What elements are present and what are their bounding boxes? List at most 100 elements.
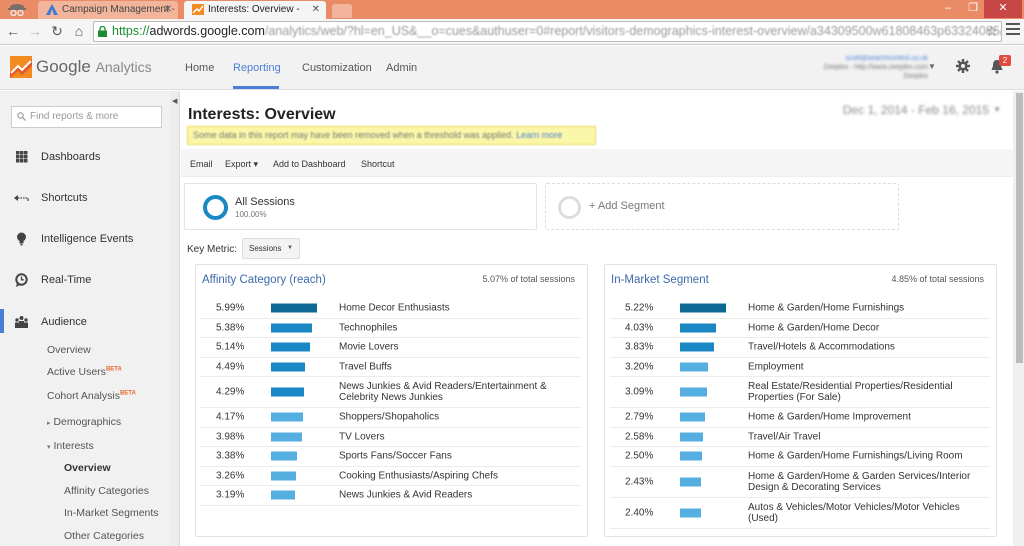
- email-button[interactable]: Email: [190, 159, 213, 169]
- lock-icon: [98, 26, 107, 37]
- sidebar-collapse-handle[interactable]: ◀: [170, 91, 180, 546]
- search-icon: [17, 112, 26, 121]
- row-category-name: Technophiles: [339, 322, 398, 334]
- learn-more-link[interactable]: Learn more: [516, 130, 562, 140]
- maximize-button[interactable]: ❐: [962, 0, 984, 18]
- gear-icon[interactable]: [956, 59, 970, 73]
- incognito-icon: [8, 4, 26, 17]
- nav-admin[interactable]: Admin: [386, 62, 417, 74]
- close-window-button[interactable]: ✕: [984, 0, 1022, 18]
- reload-icon[interactable]: ↻: [48, 22, 66, 40]
- sidebar-interests-overview[interactable]: Overview: [64, 462, 111, 474]
- account-view: Zeeplex: [903, 73, 928, 80]
- home-icon[interactable]: ⌂: [70, 22, 88, 40]
- panel-title-link[interactable]: In-Market Segment: [611, 274, 709, 286]
- table-row[interactable]: 2.43% Home & Garden/Home & Garden Service…: [610, 467, 990, 498]
- sidebar-item-label: Dashboards: [41, 151, 101, 163]
- find-reports-input[interactable]: Find reports & more: [11, 106, 162, 128]
- account-dropdown-icon[interactable]: ▼: [928, 62, 936, 71]
- table-row[interactable]: 3.98% TV Lovers: [201, 428, 581, 447]
- new-tab-button[interactable]: [332, 4, 352, 18]
- nav-customization[interactable]: Customization: [302, 62, 372, 74]
- row-bar: [680, 323, 716, 333]
- add-to-dashboard-button[interactable]: Add to Dashboard: [273, 159, 346, 169]
- row-bar: [271, 451, 297, 461]
- row-percent: 4.49%: [216, 361, 245, 373]
- key-metric-value: Sessions: [249, 244, 282, 253]
- key-metric-select[interactable]: Sessions ▼: [242, 238, 300, 259]
- row-category-name: Travel/Hotels & Accommodations: [748, 341, 895, 353]
- row-percent: 5.99%: [216, 302, 245, 314]
- tab-interests-overview[interactable]: Interests: Overview - Goog ✕: [184, 1, 326, 32]
- row-bar: [680, 362, 708, 372]
- account-selector[interactable]: scott@searchcontrol.co.uk Zeeplex - http…: [792, 54, 928, 81]
- row-percent: 3.83%: [625, 341, 654, 353]
- row-category-name: Home & Garden/Home Furnishings: [748, 302, 905, 314]
- sidebar-other-categories[interactable]: Other Categories: [64, 530, 144, 542]
- people-icon: [15, 316, 28, 328]
- table-row[interactable]: 2.58% Travel/Air Travel: [610, 428, 990, 447]
- sidebar-cohort-analysis[interactable]: Cohort AnalysisBETA: [47, 390, 136, 402]
- empty-segment-ring-icon: [558, 196, 581, 219]
- sidebar-interests[interactable]: ▾ Interests: [47, 440, 94, 452]
- table-row[interactable]: 3.20% Employment: [610, 358, 990, 377]
- shortcut-button[interactable]: Shortcut: [361, 159, 395, 169]
- sub-item-label: Overview: [47, 344, 91, 356]
- sidebar-item-shortcuts[interactable]: Shortcuts: [0, 188, 170, 208]
- table-row[interactable]: 3.38% Sports Fans/Soccer Fans: [201, 447, 581, 467]
- panel-title-link[interactable]: Affinity Category (reach): [202, 274, 326, 286]
- row-bar: [680, 432, 703, 442]
- table-row[interactable]: 3.19% News Junkies & Avid Readers: [201, 486, 581, 506]
- date-range-picker[interactable]: Dec 1, 2014 - Feb 16, 2015 ▼: [813, 100, 1003, 120]
- table-row[interactable]: 3.26% Cooking Enthusiasts/Aspiring Chefs: [201, 467, 581, 486]
- row-category-name: Home Decor Enthusiasts: [339, 302, 450, 314]
- bookmark-star-icon[interactable]: ☆: [985, 22, 998, 41]
- page-scrollbar-thumb[interactable]: [1016, 93, 1023, 363]
- sidebar-in-market-segments[interactable]: In-Market Segments: [64, 507, 159, 519]
- table-row[interactable]: 4.29% News Junkies & Avid Readers/Enterta…: [201, 377, 581, 408]
- table-row[interactable]: 2.79% Home & Garden/Home Improvement: [610, 408, 990, 428]
- table-row[interactable]: 3.83% Travel/Hotels & Accommodations: [610, 338, 990, 358]
- row-category-name: Home & Garden/Home & Garden Services/Int…: [748, 470, 971, 493]
- url-scheme: https://: [112, 24, 150, 38]
- affinity-category-panel: Affinity Category (reach) 5.07% of total…: [195, 264, 588, 537]
- back-arrow-icon[interactable]: ←: [4, 22, 22, 40]
- table-row[interactable]: 5.38% Technophiles: [201, 319, 581, 338]
- browser-menu-icon[interactable]: [1006, 23, 1020, 37]
- table-row[interactable]: 5.22% Home & Garden/Home Furnishings: [610, 299, 990, 319]
- sidebar-item-real-time[interactable]: Real-Time: [0, 270, 170, 290]
- export-button[interactable]: Export ▾: [225, 159, 258, 170]
- minimize-button[interactable]: –: [937, 0, 959, 18]
- notification-count-badge: 2: [999, 55, 1011, 66]
- nav-reporting[interactable]: Reporting: [233, 62, 281, 74]
- sidebar-audience-overview[interactable]: Overview: [47, 344, 91, 356]
- table-row[interactable]: 2.40% Autos & Vehicles/Motor Vehicles/Mot…: [610, 498, 990, 529]
- sidebar-demographics[interactable]: ▸ Demographics: [47, 416, 121, 428]
- table-row[interactable]: 3.09% Real Estate/Residential Properties/…: [610, 377, 990, 408]
- forward-arrow-icon[interactable]: →: [26, 22, 44, 40]
- sidebar-active-users[interactable]: Active UsersBETA: [47, 366, 122, 378]
- table-row[interactable]: 4.49% Travel Buffs: [201, 358, 581, 377]
- tab-campaign-management[interactable]: Campaign Management - ✕: [38, 1, 178, 19]
- row-bar: [680, 508, 701, 517]
- table-row[interactable]: 5.14% Movie Lovers: [201, 338, 581, 358]
- table-row[interactable]: 2.50% Home & Garden/Home Furnishings/Livi…: [610, 447, 990, 467]
- row-category-name: Real Estate/Residential Properties/Resid…: [748, 381, 953, 403]
- close-tab-icon[interactable]: ✕: [164, 1, 172, 18]
- table-row[interactable]: 4.03% Home & Garden/Home Decor: [610, 319, 990, 338]
- table-row[interactable]: 5.99% Home Decor Enthusiasts: [201, 299, 581, 319]
- google-analytics-icon: [192, 4, 204, 15]
- panel-total: 4.85% of total sessions: [891, 274, 984, 284]
- segment-all-sessions[interactable]: All Sessions 100.00%: [184, 183, 537, 230]
- table-row[interactable]: 4.17% Shoppers/Shopaholics: [201, 408, 581, 428]
- add-segment-button[interactable]: + Add Segment: [545, 183, 899, 230]
- sidebar-item-dashboards[interactable]: Dashboards: [0, 147, 170, 167]
- nav-home[interactable]: Home: [185, 62, 214, 74]
- beta-badge: BETA: [105, 366, 122, 373]
- row-category-name: Sports Fans/Soccer Fans: [339, 450, 452, 462]
- sidebar-affinity-categories[interactable]: Affinity Categories: [64, 485, 149, 497]
- address-bar[interactable]: https://adwords.google.com/analytics/web…: [93, 21, 1002, 42]
- close-tab-icon[interactable]: ✕: [312, 1, 320, 18]
- sidebar-item-intelligence-events[interactable]: Intelligence Events: [0, 229, 170, 249]
- sidebar-item-audience[interactable]: Audience: [0, 312, 170, 332]
